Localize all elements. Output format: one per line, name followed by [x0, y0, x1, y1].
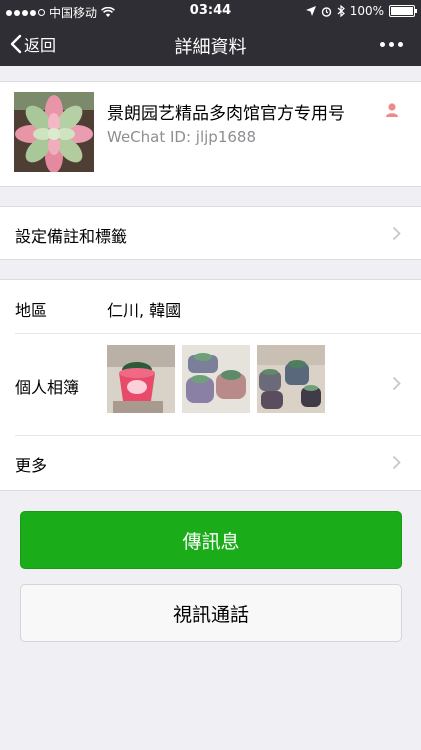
more-options-button[interactable] [380, 42, 403, 47]
more-dot [398, 42, 403, 47]
bluetooth-icon [337, 5, 345, 17]
more-dot [380, 42, 385, 47]
navigation-bar: 返回 詳細資料 [0, 22, 421, 66]
album-row[interactable]: 個人相簿 [0, 334, 421, 434]
female-icon [386, 103, 398, 117]
location-arrow-icon [305, 6, 316, 16]
profile-name: 景朗园艺精品多肉馆官方专用号 [107, 104, 345, 124]
status-right: 100% [305, 4, 417, 18]
alarm-icon [321, 6, 331, 17]
status-bar: 中国移动 03:44 100% [0, 0, 421, 22]
page-title: 詳細資料 [174, 37, 247, 58]
battery-icon [389, 5, 417, 17]
more-label: 更多 [15, 456, 48, 475]
region-row: 地區 仁川, 韓國 [0, 280, 421, 333]
video-call-button[interactable]: 視訊通話 [20, 584, 402, 642]
album-photo [182, 345, 250, 413]
album-photo [107, 345, 175, 413]
profile-card: 景朗园艺精品多肉馆官方专用号 WeChat ID: jljp1688 [0, 81, 421, 187]
details-section: 地區 仁川, 韓國 個人相簿 更多 [0, 279, 421, 491]
battery-percent: 100% [349, 4, 384, 18]
album-photo [257, 345, 325, 413]
avatar[interactable] [14, 92, 94, 172]
region-label: 地區 [15, 301, 48, 320]
chevron-right-icon [392, 376, 401, 391]
send-message-button[interactable]: 傳訊息 [20, 511, 402, 569]
more-row[interactable]: 更多 [0, 436, 421, 490]
chevron-right-icon [392, 455, 401, 470]
more-dot [389, 42, 394, 47]
set-remark-label: 設定備註和標籤 [15, 227, 128, 246]
chevron-right-icon [392, 226, 401, 241]
album-label: 個人相簿 [15, 378, 80, 397]
region-value: 仁川, 韓國 [107, 301, 182, 320]
set-remark-row[interactable]: 設定備註和標籤 [0, 207, 421, 259]
wechat-id: WeChat ID: jljp1688 [107, 128, 256, 146]
succulent-avatar-image [14, 92, 94, 172]
remark-section: 設定備註和標籤 [0, 206, 421, 260]
